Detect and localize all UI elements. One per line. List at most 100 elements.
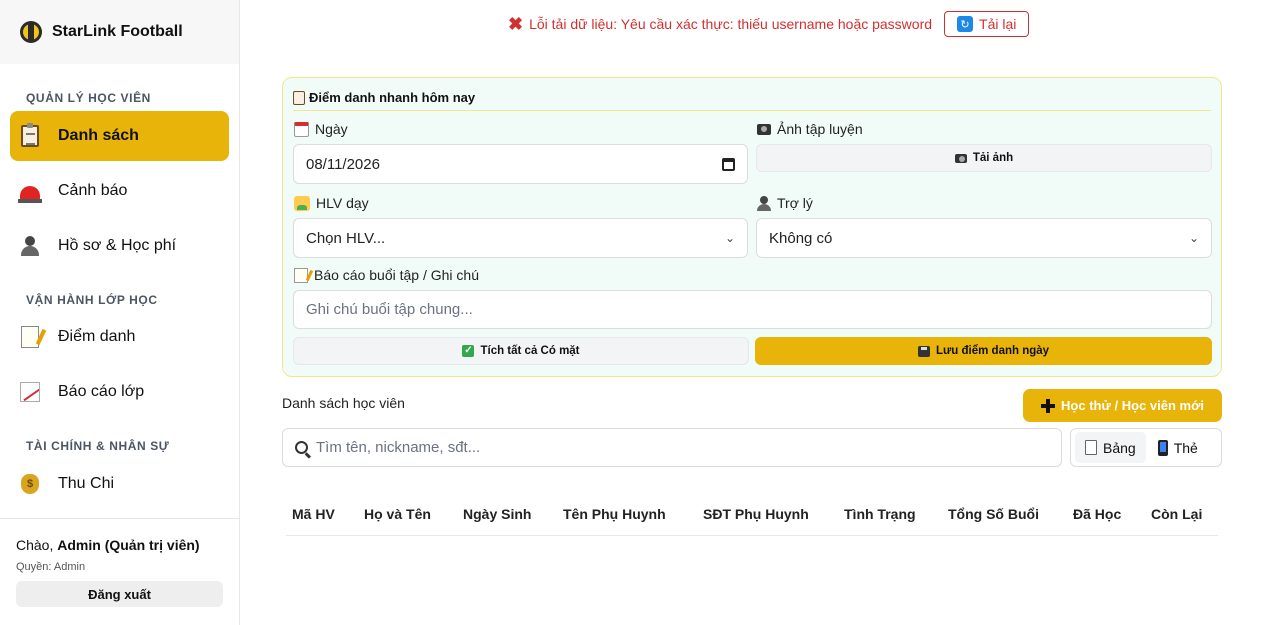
upload-label: Tải ảnh: [972, 152, 1014, 164]
notes-label-text: Báo cáo buổi tập / Ghi chú: [314, 267, 479, 283]
sidebar-item-profile-fees[interactable]: Hồ sơ & Học phí: [10, 221, 229, 271]
calendar-picker-icon[interactable]: [722, 157, 735, 171]
brand-header: StarLink Football: [0, 0, 239, 64]
section-title-finance: TÀI CHÍNH & NHÂN SỰ: [26, 439, 170, 453]
search-input[interactable]: Tìm tên, nickname, sđt...: [282, 428, 1062, 467]
sidebar-item-label: Điểm danh: [58, 328, 136, 345]
camera-icon: [954, 153, 967, 163]
save-attendance-button[interactable]: Lưu điểm danh ngày: [755, 337, 1212, 365]
quick-attendance-card: Điểm danh nhanh hôm nay Ngày 08/11/2026 …: [282, 77, 1222, 377]
view-card-button[interactable]: Thẻ: [1148, 432, 1208, 463]
search-placeholder: Tìm tên, nickname, sđt...: [316, 439, 481, 456]
money-bag-icon: $: [18, 472, 42, 496]
student-table-header: Mã HV Họ và Tên Ngày Sinh Tên Phụ Huynh …: [286, 506, 1218, 536]
notes-label: Báo cáo buổi tập / Ghi chú: [294, 267, 479, 283]
assistant-label-text: Trợ lý: [777, 195, 813, 211]
coach-value: Chọn HLV...: [306, 229, 386, 247]
upload-photo-button[interactable]: Tải ảnh: [756, 144, 1212, 172]
sidebar-item-label: Báo cáo lớp: [58, 383, 145, 400]
date-label: Ngày: [294, 121, 348, 137]
reload-button[interactable]: ↻ Tải lại: [944, 11, 1030, 37]
date-value: 08/11/2026: [306, 155, 380, 173]
user-role: Quyền: Admin: [16, 561, 86, 573]
football-logo-icon: [20, 21, 42, 43]
column-header-parent-name[interactable]: Tên Phụ Huynh: [563, 506, 666, 522]
section-title-students: QUẢN LÝ HỌC VIÊN: [26, 91, 151, 105]
column-header-total-sessions[interactable]: Tổng Số Buổi: [948, 506, 1039, 522]
memo-icon: [18, 325, 42, 349]
assistant-label: Trợ lý: [757, 195, 813, 211]
coach-icon: [294, 195, 310, 211]
main-content: ✖ Lỗi tải dữ liệu: Yêu cầu xác thực: thi…: [240, 0, 1264, 625]
date-label-text: Ngày: [315, 121, 348, 137]
page-icon: [1085, 440, 1097, 455]
error-banner: ✖ Lỗi tải dữ liệu: Yêu cầu xác thực: thi…: [508, 11, 1030, 37]
view-table-button[interactable]: Bảng: [1075, 432, 1146, 463]
photo-label-text: Ảnh tập luyện: [777, 121, 863, 137]
view-card-label: Thẻ: [1173, 439, 1198, 456]
column-header-remaining[interactable]: Còn Lại: [1151, 506, 1202, 522]
chart-icon: [18, 380, 42, 404]
clipboard-icon: [18, 123, 42, 148]
card-divider: [293, 110, 1211, 111]
user-name: Admin (Quản trị viên): [57, 537, 200, 553]
reload-label: Tải lại: [979, 16, 1017, 32]
column-header-birthday[interactable]: Ngày Sinh: [463, 506, 531, 522]
notes-placeholder: Ghi chú buổi tập chung...: [306, 301, 473, 318]
assistant-value: Không có: [769, 229, 833, 247]
column-header-status[interactable]: Tình Trạng: [844, 506, 916, 522]
refresh-icon: ↻: [957, 16, 974, 32]
card-title: Điểm danh nhanh hôm nay: [293, 90, 475, 105]
greeting-prefix: Chào,: [16, 537, 58, 553]
brand-name: StarLink Football: [52, 23, 183, 40]
sidebar-item-finance[interactable]: $ Thu Chi: [10, 459, 229, 509]
sidebar-item-label: Cảnh báo: [58, 182, 128, 199]
view-toggle: Bảng Thẻ: [1070, 428, 1222, 467]
error-x-icon: ✖: [508, 14, 524, 34]
floppy-disk-icon: [917, 345, 930, 357]
card-title-text: Điểm danh nhanh hôm nay: [309, 90, 476, 105]
coach-select[interactable]: Chọn HLV... ⌄: [293, 218, 748, 258]
coach-label: HLV dạy: [294, 195, 369, 211]
view-table-label: Bảng: [1103, 439, 1136, 456]
photo-label: Ảnh tập luyện: [757, 121, 863, 137]
save-label: Lưu điểm danh ngày: [935, 345, 1050, 357]
error-message: Lỗi tải dữ liệu: Yêu cầu xác thực: thiếu…: [529, 16, 933, 32]
student-list-title: Danh sách học viên: [282, 395, 405, 411]
coach-label-text: HLV dạy: [316, 195, 369, 211]
camera-icon: [757, 123, 771, 135]
sidebar-item-list[interactable]: Danh sách: [10, 111, 229, 161]
logout-button[interactable]: Đăng xuất: [16, 581, 223, 607]
calendar-icon: [294, 121, 309, 137]
check-icon: ✓: [462, 345, 475, 357]
person-icon: [18, 234, 42, 258]
check-all-label: Tích tất cả Có mặt: [480, 345, 580, 357]
assistant-icon: [757, 195, 771, 211]
sidebar-item-attendance[interactable]: Điểm danh: [10, 312, 229, 362]
column-header-name[interactable]: Họ và Tên: [364, 506, 431, 522]
sidebar-item-alerts[interactable]: Cảnh báo: [10, 166, 229, 216]
notes-input[interactable]: Ghi chú buổi tập chung...: [293, 290, 1212, 329]
check-all-present-button[interactable]: ✓ Tích tất cả Có mặt: [293, 337, 749, 365]
date-input[interactable]: 08/11/2026: [293, 144, 748, 184]
clipboard-icon: [293, 90, 305, 105]
column-header-parent-phone[interactable]: SĐT Phụ Huynh: [703, 506, 809, 522]
search-icon: [295, 441, 308, 454]
memo-icon: [294, 267, 308, 283]
user-panel: Chào, Admin (Quản trị viên) Quyền: Admin…: [0, 518, 239, 607]
add-student-label: Học thử / Học viên mới: [1061, 398, 1204, 413]
column-header-attended[interactable]: Đã Học: [1073, 506, 1121, 522]
chevron-down-icon: ⌄: [724, 231, 735, 245]
assistant-select[interactable]: Không có ⌄: [756, 218, 1212, 258]
column-header-id[interactable]: Mã HV: [292, 506, 335, 522]
siren-icon: [18, 179, 42, 203]
sidebar-item-class-report[interactable]: Báo cáo lớp: [10, 367, 229, 417]
chevron-down-icon: ⌄: [1188, 231, 1199, 245]
greeting: Chào, Admin (Quản trị viên): [16, 537, 223, 553]
sidebar: StarLink Football QUẢN LÝ HỌC VIÊN Danh …: [0, 0, 240, 625]
plus-icon: [1041, 398, 1056, 413]
mobile-phone-icon: [1157, 439, 1168, 456]
add-student-button[interactable]: Học thử / Học viên mới: [1023, 389, 1222, 422]
section-title-operations: VẬN HÀNH LỚP HỌC: [26, 293, 158, 307]
sidebar-item-label: Thu Chi: [58, 475, 115, 492]
